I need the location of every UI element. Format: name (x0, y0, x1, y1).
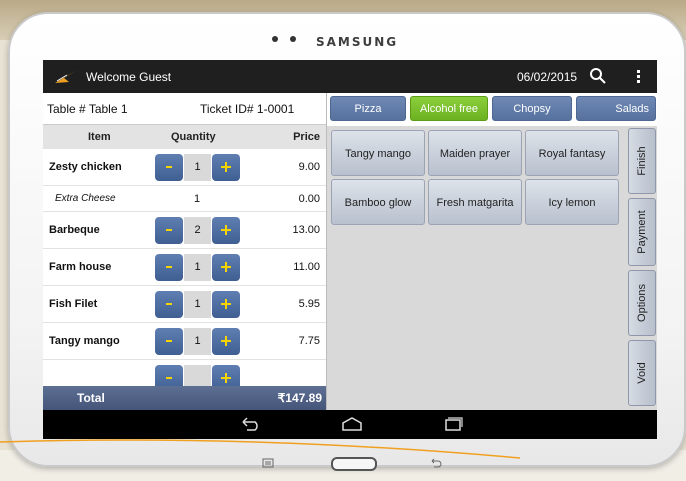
payment-label: Payment (636, 210, 648, 254)
device-brand: SAMSUNG (316, 35, 399, 49)
ticket-row-modifier[interactable]: Extra Cheese 1 0.00 (43, 186, 326, 212)
welcome-text: Welcome Guest (86, 70, 172, 84)
modifier-quantity: 1 (194, 193, 201, 205)
hardware-menu-icon[interactable] (262, 458, 274, 468)
overflow-menu-icon[interactable] (637, 70, 641, 84)
app-bar: Welcome Guest 06/02/2015 (43, 60, 657, 93)
modifier-price: 0.00 (298, 193, 320, 205)
ticket-row[interactable]: Zesty chicken 1 9.00 (43, 149, 326, 186)
item-price: 13.00 (292, 224, 320, 236)
column-price: Price (293, 131, 320, 143)
ticket-id-label: Ticket ID# 1-0001 (200, 102, 295, 116)
item-name: Fish Filet (49, 298, 98, 310)
quantity-value: 1 (184, 254, 211, 281)
ticket-row[interactable]: Barbeque 2 13.00 (43, 212, 326, 249)
product-button-icy-lemon[interactable]: Icy lemon (525, 179, 619, 225)
item-price: 11.00 (293, 261, 320, 273)
date-text: 06/02/2015 (517, 70, 578, 84)
void-label: Void (636, 362, 648, 384)
total-label: Total (77, 391, 105, 405)
search-icon[interactable] (589, 67, 607, 85)
total-bar: Total ₹147.89 (43, 386, 326, 410)
hardware-back-icon[interactable] (430, 458, 442, 468)
table-label: Table # Table 1 (47, 102, 128, 116)
increase-button[interactable] (212, 154, 240, 181)
quantity-stepper: 1 (155, 291, 240, 318)
modifier-name: Extra Cheese (55, 193, 116, 204)
ticket-panel: Table # Table 1 Ticket ID# 1-0001 Item Q… (43, 93, 326, 410)
decrease-button[interactable] (155, 154, 183, 181)
column-header: Item Quantity Price (43, 125, 326, 149)
item-price: 7.75 (298, 335, 320, 347)
column-quantity: Quantity (171, 131, 216, 143)
ticket-row[interactable]: Fish Filet 1 5.95 (43, 286, 326, 323)
orange-swoosh (0, 439, 520, 459)
quantity-stepper: 2 (155, 217, 240, 244)
decrease-button[interactable] (155, 328, 183, 355)
item-name: Tangy mango (49, 335, 120, 347)
product-button-tangy-mango[interactable]: Tangy mango (331, 130, 425, 176)
quantity-value: 1 (184, 291, 211, 318)
tablet-screen: Welcome Guest 06/02/2015 Table # Table 1… (43, 60, 657, 439)
quantity-value: 1 (184, 154, 211, 181)
item-price: 9.00 (298, 161, 320, 173)
quantity-stepper: 1 (155, 254, 240, 281)
sensor-dot (272, 36, 278, 42)
column-item: Item (88, 131, 111, 143)
quantity-value: 1 (184, 328, 211, 355)
payment-button[interactable]: Payment (628, 198, 656, 266)
quantity-stepper: 1 (155, 154, 240, 181)
ticket-header: Table # Table 1 Ticket ID# 1-0001 (43, 93, 326, 125)
tab-chopsy[interactable]: Chopsy (492, 96, 572, 121)
product-button-maiden-prayer[interactable]: Maiden prayer (428, 130, 522, 176)
decrease-button[interactable] (155, 217, 183, 244)
decrease-button[interactable] (155, 291, 183, 318)
ticket-row[interactable]: Tangy mango 1 7.75 (43, 323, 326, 360)
increase-button[interactable] (212, 254, 240, 281)
item-name: Barbeque (49, 224, 100, 236)
increase-button[interactable] (212, 217, 240, 244)
app-logo-icon (55, 70, 77, 83)
tab-salads[interactable]: Salads (576, 96, 656, 121)
finish-label: Finish (636, 146, 648, 176)
category-tabs: Pizza Alcohol free Chopsy Salads (327, 93, 657, 125)
void-button[interactable]: Void (628, 340, 656, 406)
item-name: Zesty chicken (49, 161, 122, 173)
decrease-button[interactable] (155, 254, 183, 281)
increase-button[interactable] (212, 291, 240, 318)
item-price: 5.95 (298, 298, 320, 310)
options-button[interactable]: Options (628, 270, 656, 336)
ticket-row[interactable]: Farm house 1 11.00 (43, 249, 326, 286)
finish-button[interactable]: Finish (628, 128, 656, 194)
tab-pizza[interactable]: Pizza (330, 96, 406, 121)
product-button-fresh-matgarita[interactable]: Fresh matgarita (428, 179, 522, 225)
increase-button[interactable] (212, 328, 240, 355)
product-button-bamboo-glow[interactable]: Bamboo glow (331, 179, 425, 225)
options-label: Options (636, 284, 648, 322)
quantity-value: 2 (184, 217, 211, 244)
tab-alcohol-free[interactable]: Alcohol free (410, 96, 488, 121)
hardware-home-button[interactable] (331, 457, 377, 471)
product-grid: Tangy mango Maiden prayer Royal fantasy … (327, 126, 626, 410)
item-name: Farm house (49, 261, 112, 273)
action-sidebar: Finish Payment Options Void (626, 126, 657, 410)
quantity-stepper: 1 (155, 328, 240, 355)
camera-dot (290, 36, 296, 42)
product-button-royal-fantasy[interactable]: Royal fantasy (525, 130, 619, 176)
menu-panel: Pizza Alcohol free Chopsy Salads Tangy m… (326, 93, 657, 410)
total-value: ₹147.89 (277, 391, 322, 405)
